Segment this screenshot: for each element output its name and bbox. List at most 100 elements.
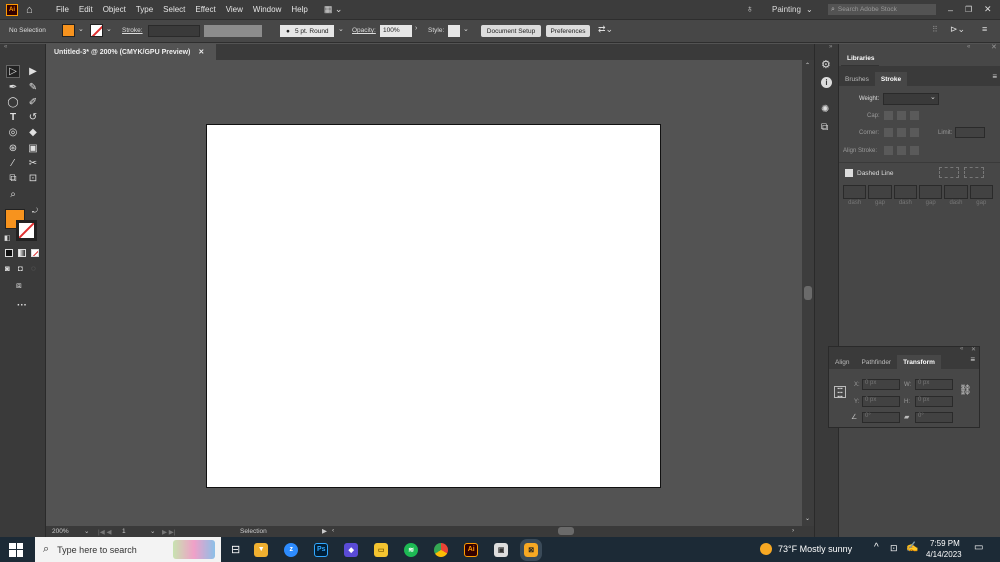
stock-search-input[interactable]: ⌕ Search Adobe Stock [828, 4, 936, 15]
artboard-tool-icon[interactable]: ⧉ [6, 172, 20, 185]
lightbulb-icon[interactable]: ♁ [746, 4, 754, 15]
app-icon-window[interactable]: ▣ [494, 542, 509, 557]
close-tab-icon[interactable]: ✕ [198, 48, 204, 56]
fill-dropdown-icon[interactable]: ⌄ [78, 25, 84, 33]
tab-transform[interactable]: Transform [897, 355, 941, 369]
menu-object[interactable]: Object [103, 5, 126, 14]
brush-definition[interactable]: ● 5 pt. Round [280, 25, 334, 37]
scroll-up-icon[interactable]: ⌃ [805, 62, 810, 69]
style-dropdown-icon[interactable]: ⌄ [463, 25, 469, 33]
collapse-icon[interactable]: « [4, 44, 7, 50]
notification-icon[interactable]: ▭ [974, 542, 983, 553]
none-mode-button[interactable] [31, 249, 39, 257]
stroke-dropdown-icon[interactable]: ⌄ [106, 25, 112, 33]
screen-mode-icon[interactable]: ⧈ [16, 280, 22, 291]
swap-colors-icon[interactable]: ⤾ [32, 208, 38, 216]
app-icon-files[interactable]: ▼ [254, 542, 269, 557]
menu-type[interactable]: Type [136, 5, 153, 14]
ellipse-tool-icon[interactable]: ◯ [6, 96, 20, 109]
transform-close-icon[interactable]: ✕ [971, 346, 976, 353]
stroke-swatch[interactable] [90, 24, 103, 37]
photoshop-icon[interactable]: Ps [314, 542, 329, 557]
slice-tool-icon[interactable]: ⊡ [26, 172, 40, 185]
collapse-panels-icon[interactable]: » [829, 44, 832, 50]
dashed-line-checkbox[interactable] [845, 169, 853, 177]
status-arrow-icon[interactable]: ▶ [322, 527, 327, 535]
hamburger-icon[interactable]: ≡ [982, 24, 987, 34]
zoom-dropdown-icon[interactable]: ⌄ [84, 527, 89, 535]
rotate-tool-icon[interactable]: ↺ [26, 111, 40, 124]
stroke-label[interactable]: Stroke: [122, 27, 143, 34]
eyedropper-tool-icon[interactable]: ⁄ [6, 157, 20, 170]
stroke-weight-field[interactable] [148, 25, 200, 37]
stroke-panel-menu-icon[interactable]: ≡ [992, 72, 997, 86]
tab-pathfinder[interactable]: Pathfinder [855, 355, 897, 369]
info-icon[interactable]: i [821, 77, 832, 88]
hscroll-left-icon[interactable]: ‹ [332, 527, 334, 534]
minimize-button[interactable]: – [948, 5, 953, 15]
zoom-tool-icon[interactable]: ⌕ [6, 188, 20, 201]
menu-effect[interactable]: Effect [195, 5, 215, 14]
network-icon[interactable]: ⊡ [890, 543, 898, 554]
constrain-link-icon[interactable]: ⛓ [959, 385, 972, 396]
close-button[interactable]: ✕ [984, 4, 992, 15]
shape-builder-tool-icon[interactable]: ⊛ [6, 142, 20, 155]
selection-tool-icon[interactable]: ▷ [6, 65, 20, 78]
horizontal-scroll-thumb[interactable] [558, 527, 574, 535]
brush-dropdown-icon[interactable]: ⌄ [338, 25, 344, 33]
hscroll-right-icon[interactable]: › [792, 527, 794, 534]
preferences-button[interactable]: Preferences [546, 25, 590, 37]
spotify-icon[interactable]: ≋ [404, 542, 419, 557]
color-mode-button[interactable] [5, 249, 13, 257]
clock-date[interactable]: 4/14/2023 [926, 550, 962, 559]
scroll-thumb[interactable] [804, 286, 812, 300]
app-icon-active[interactable]: ⊠ [520, 538, 543, 561]
menu-view[interactable]: View [226, 5, 243, 14]
artboard-nav-first-icon[interactable]: |◀ ◀ [98, 528, 112, 536]
scroll-down-icon[interactable]: ⌄ [805, 515, 810, 522]
tab-stroke[interactable]: Stroke [874, 72, 908, 86]
taskbar-search-box[interactable]: ⌕ Type here to search [35, 537, 221, 562]
zoom-level[interactable]: 200% [52, 528, 69, 535]
file-explorer-icon[interactable]: ▭ [374, 542, 389, 557]
draw-behind-icon[interactable]: ◘ [18, 264, 23, 273]
transform-menu-icon[interactable]: ≡ [970, 355, 975, 369]
direct-selection-tool-icon[interactable]: ▶ [26, 65, 40, 78]
artboard[interactable] [206, 124, 661, 488]
pencil-tool-icon[interactable]: ✐ [26, 96, 40, 109]
menu-help[interactable]: Help [291, 5, 307, 14]
document-tab[interactable]: Untitled-3* @ 200% (CMYK/GPU Preview) ✕ [46, 44, 216, 60]
style-swatch[interactable] [448, 25, 460, 37]
appearance-icon[interactable]: ✺ [821, 104, 829, 115]
opacity-field[interactable]: 100% [380, 25, 412, 37]
opacity-arrow-icon[interactable]: › [415, 25, 417, 32]
type-tool-icon[interactable]: T [6, 111, 20, 124]
gradient-tool-icon[interactable]: ▣ [26, 142, 40, 155]
menu-file[interactable]: File [56, 5, 69, 14]
layers-icon[interactable]: ⧉ [821, 122, 828, 133]
chrome-icon[interactable] [434, 542, 449, 557]
discover-icon[interactable]: ⊳⌄ [950, 24, 965, 35]
menu-select[interactable]: Select [163, 5, 185, 14]
transform-collapse-icon[interactable]: « [960, 346, 963, 352]
reference-point-icon[interactable]: ▪▪▪ ▪▪▪ ▪▪▪ [834, 386, 846, 400]
weather-text[interactable]: 73°F Mostly sunny [778, 544, 852, 554]
draw-normal-icon[interactable]: ◙ [5, 264, 10, 273]
weight-dropdown-icon[interactable]: ⌄ [930, 93, 936, 101]
fill-swatch[interactable] [62, 24, 75, 37]
spiral-tool-icon[interactable]: ◎ [6, 126, 20, 139]
tab-brushes[interactable]: Brushes [839, 72, 875, 86]
opacity-label[interactable]: Opacity: [352, 27, 376, 34]
more-tools-icon[interactable]: ··· [17, 300, 27, 311]
stroke-color-swatch[interactable] [16, 220, 37, 241]
arrange-documents-icon[interactable]: ▦ ⌄ [324, 4, 343, 15]
arrange-icon[interactable]: ⇄⌄ [598, 24, 613, 35]
artboard-dropdown-icon[interactable]: ⌄ [150, 527, 155, 535]
vertical-scrollbar[interactable]: ⌃ ⌄ [802, 60, 814, 526]
task-view-icon[interactable]: ⊟ [231, 543, 240, 556]
blend-tool-icon[interactable]: ✂ [26, 157, 40, 170]
gradient-mode-button[interactable] [18, 249, 26, 257]
tab-align[interactable]: Align [829, 355, 855, 369]
workspace-switcher[interactable]: Painting [772, 5, 801, 14]
panel-options-icon[interactable]: ⠿ [932, 25, 938, 34]
